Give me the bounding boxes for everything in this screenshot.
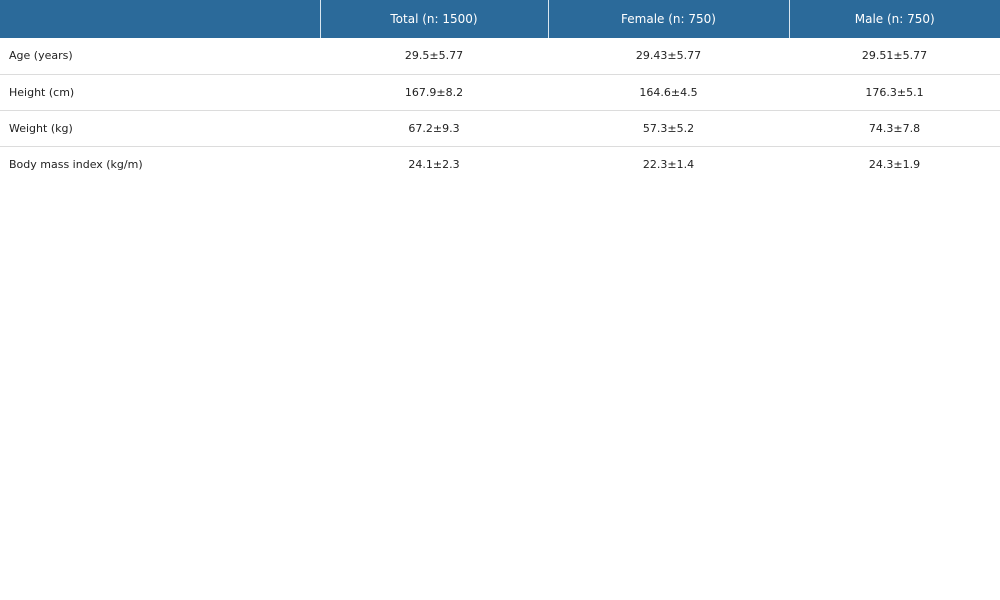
cell-male: 29.51±5.77 [789, 38, 1000, 75]
table-row: Height (cm) 167.9±8.2 164.6±4.5 176.3±5.… [0, 74, 1000, 111]
header-total: Total (n: 1500) [319, 0, 548, 38]
cell-female: 29.43±5.77 [548, 38, 789, 75]
table-row: Weight (kg) 67.2±9.3 57.3±5.2 74.3±7.8 [0, 110, 1000, 147]
table-header-row: Total (n: 1500) Female (n: 750) Male (n:… [0, 0, 1000, 38]
table-row: Age (years) 29.5±5.77 29.43±5.77 29.51±5… [0, 38, 1000, 75]
header-female: Female (n: 750) [547, 0, 789, 38]
cell-male: 74.3±7.8 [789, 110, 1000, 147]
row-label: Height (cm) [0, 74, 320, 111]
row-label: Weight (kg) [0, 110, 320, 147]
cell-female: 22.3±1.4 [642, 157, 695, 171]
cell-female: 57.3±5.2 [548, 110, 789, 147]
header-male: Male (n: 750) [788, 0, 1000, 38]
demographics-table: Total (n: 1500) Female (n: 750) Male (n:… [0, 0, 1000, 182]
cell-total: 29.5±5.77 [320, 38, 548, 75]
cell-male: 176.3±5.1 [789, 74, 1000, 111]
row-label: Age (years) [0, 38, 320, 75]
row-label: Body mass index (kg/m) [9, 157, 143, 171]
table-row: Body mass index (kg/m) 24.1±2.3 22.3±1.4… [0, 146, 1000, 182]
cell-female: 164.6±4.5 [548, 74, 789, 111]
header-empty-cell [0, 0, 320, 38]
cell-total: 167.9±8.2 [320, 74, 548, 111]
cell-total: 67.2±9.3 [320, 110, 548, 147]
cell-male: 24.3±1.9 [868, 157, 921, 171]
cell-total: 24.1±2.3 [408, 157, 460, 171]
